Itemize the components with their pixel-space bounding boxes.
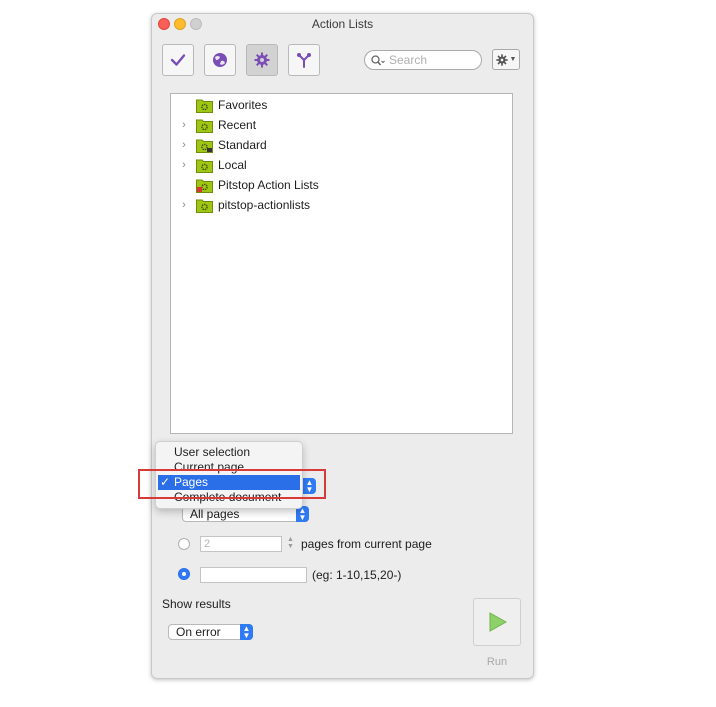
folder-gear-lock-icon <box>196 138 213 153</box>
gear-button[interactable] <box>246 44 278 76</box>
chevron-right-icon[interactable]: › <box>179 139 189 151</box>
tree-item-label: Favorites <box>218 98 268 112</box>
action-menu-button[interactable]: ▼ <box>492 49 520 70</box>
tree-item-label: pitstop-actionlists <box>218 198 311 212</box>
show-results-popup[interactable]: On error ▲ ▼ <box>168 624 253 640</box>
pages-from-current-field[interactable]: 2 <box>200 536 282 552</box>
folder-gear-icon <box>196 118 213 133</box>
page-range-hint: (eg: 1-10,15,20-) <box>312 568 402 582</box>
tree-item-label: Pitstop Action Lists <box>218 178 319 192</box>
annotation-highlight-box <box>138 469 326 499</box>
chevron-right-icon[interactable]: › <box>179 159 189 171</box>
gear-icon <box>254 52 270 68</box>
search-field[interactable] <box>364 50 482 70</box>
page-range-radio[interactable] <box>178 568 190 580</box>
pages-from-current-label: pages from current page <box>301 537 432 551</box>
search-icon <box>371 54 385 65</box>
menu-item-user-selection[interactable]: User selection <box>156 445 302 460</box>
show-results-value: On error <box>176 625 221 639</box>
action-lists-window: Action Lists Search ▼ Favorites › Recent… <box>138 13 534 679</box>
pages-stepper[interactable]: ▲ ▼ <box>286 536 295 552</box>
tree-item-label: Local <box>218 158 247 172</box>
search-input[interactable] <box>389 53 469 67</box>
run-label: Run <box>486 656 508 668</box>
globe-button[interactable] <box>204 44 236 76</box>
folder-gear-icon <box>196 198 213 213</box>
gear-icon <box>495 53 508 66</box>
chevron-right-icon[interactable]: › <box>179 119 189 131</box>
window-title: Action Lists <box>311 17 374 31</box>
action-list-tree[interactable]: Favorites › Recent › Standard › Local Pi… <box>170 93 513 434</box>
play-icon <box>489 612 508 632</box>
globe-icon <box>213 53 227 67</box>
folder-gear-flag-icon <box>196 178 213 193</box>
page-range-field[interactable] <box>200 567 307 583</box>
tree-item-label: Recent <box>218 118 257 132</box>
title-bar: Action Lists <box>152 14 533 34</box>
page-selection-value: All pages <box>190 507 240 521</box>
folder-gear-icon <box>196 98 213 113</box>
tree-item-label: Standard <box>218 138 267 152</box>
run-button[interactable] <box>473 598 521 646</box>
popup-arrows-icon: ▲ ▼ <box>240 624 253 640</box>
branch-icon <box>297 53 311 68</box>
from-current-page-radio[interactable] <box>178 538 190 550</box>
chevron-down-icon: ▼ <box>509 56 517 63</box>
chevron-right-icon[interactable]: › <box>179 199 189 211</box>
branch-button[interactable] <box>288 44 320 76</box>
show-results-label: Show results <box>162 597 231 611</box>
folder-gear-icon <box>196 158 213 173</box>
checkmark-icon <box>170 54 186 66</box>
check-button[interactable] <box>162 44 194 76</box>
